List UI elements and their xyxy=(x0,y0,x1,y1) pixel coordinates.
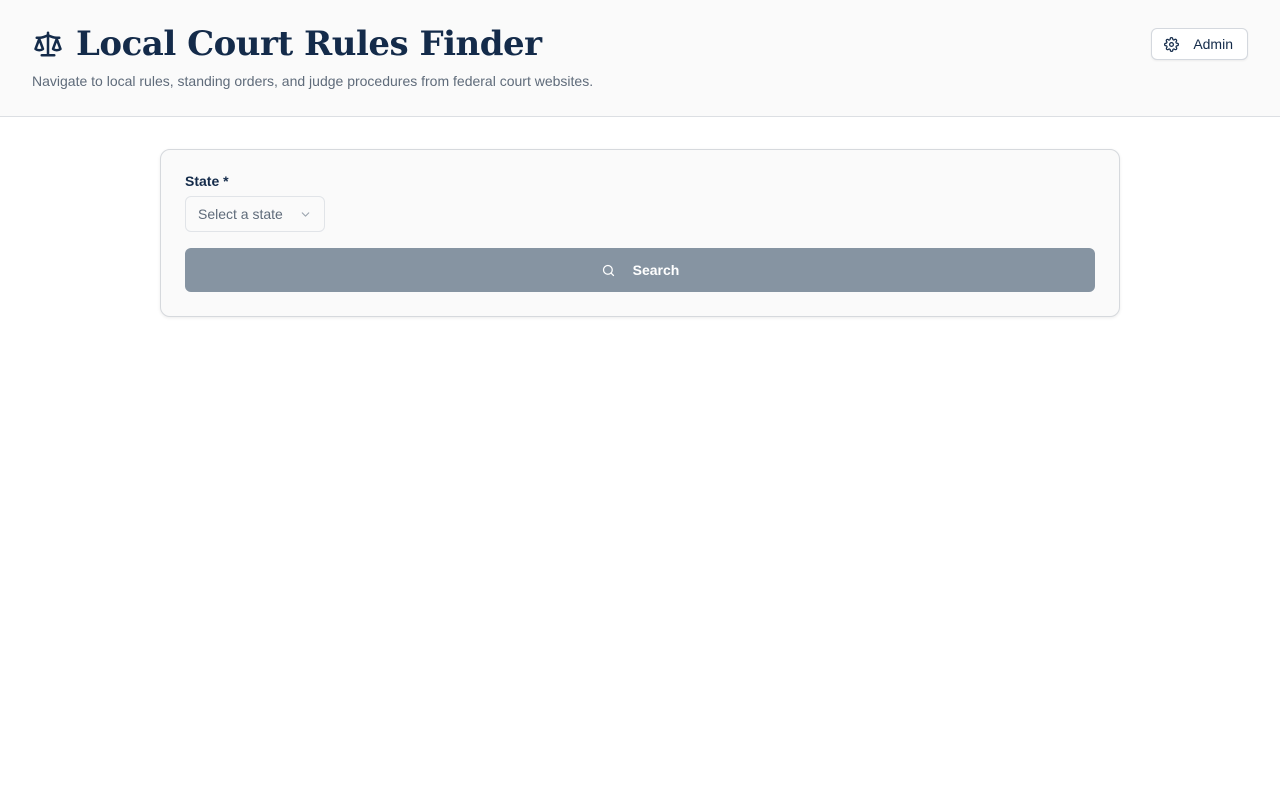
chevron-down-icon xyxy=(298,207,312,221)
admin-button-label: Admin xyxy=(1193,36,1233,52)
state-select-placeholder: Select a state xyxy=(198,206,283,222)
search-card: State * Select a state Search xyxy=(160,149,1120,317)
search-icon xyxy=(601,262,617,278)
search-button-label: Search xyxy=(632,262,680,278)
title-row: Local Court Rules Finder xyxy=(32,24,542,64)
state-select[interactable]: Select a state xyxy=(185,196,325,232)
scales-icon xyxy=(32,28,64,60)
gear-icon xyxy=(1163,36,1179,52)
admin-button[interactable]: Admin xyxy=(1151,28,1248,60)
state-label: State * xyxy=(185,173,229,189)
search-button[interactable]: Search xyxy=(185,248,1095,292)
app-header: Local Court Rules Finder Navigate to loc… xyxy=(0,0,1280,117)
page-title: Local Court Rules Finder xyxy=(76,24,542,64)
page-subtitle: Navigate to local rules, standing orders… xyxy=(32,73,594,89)
